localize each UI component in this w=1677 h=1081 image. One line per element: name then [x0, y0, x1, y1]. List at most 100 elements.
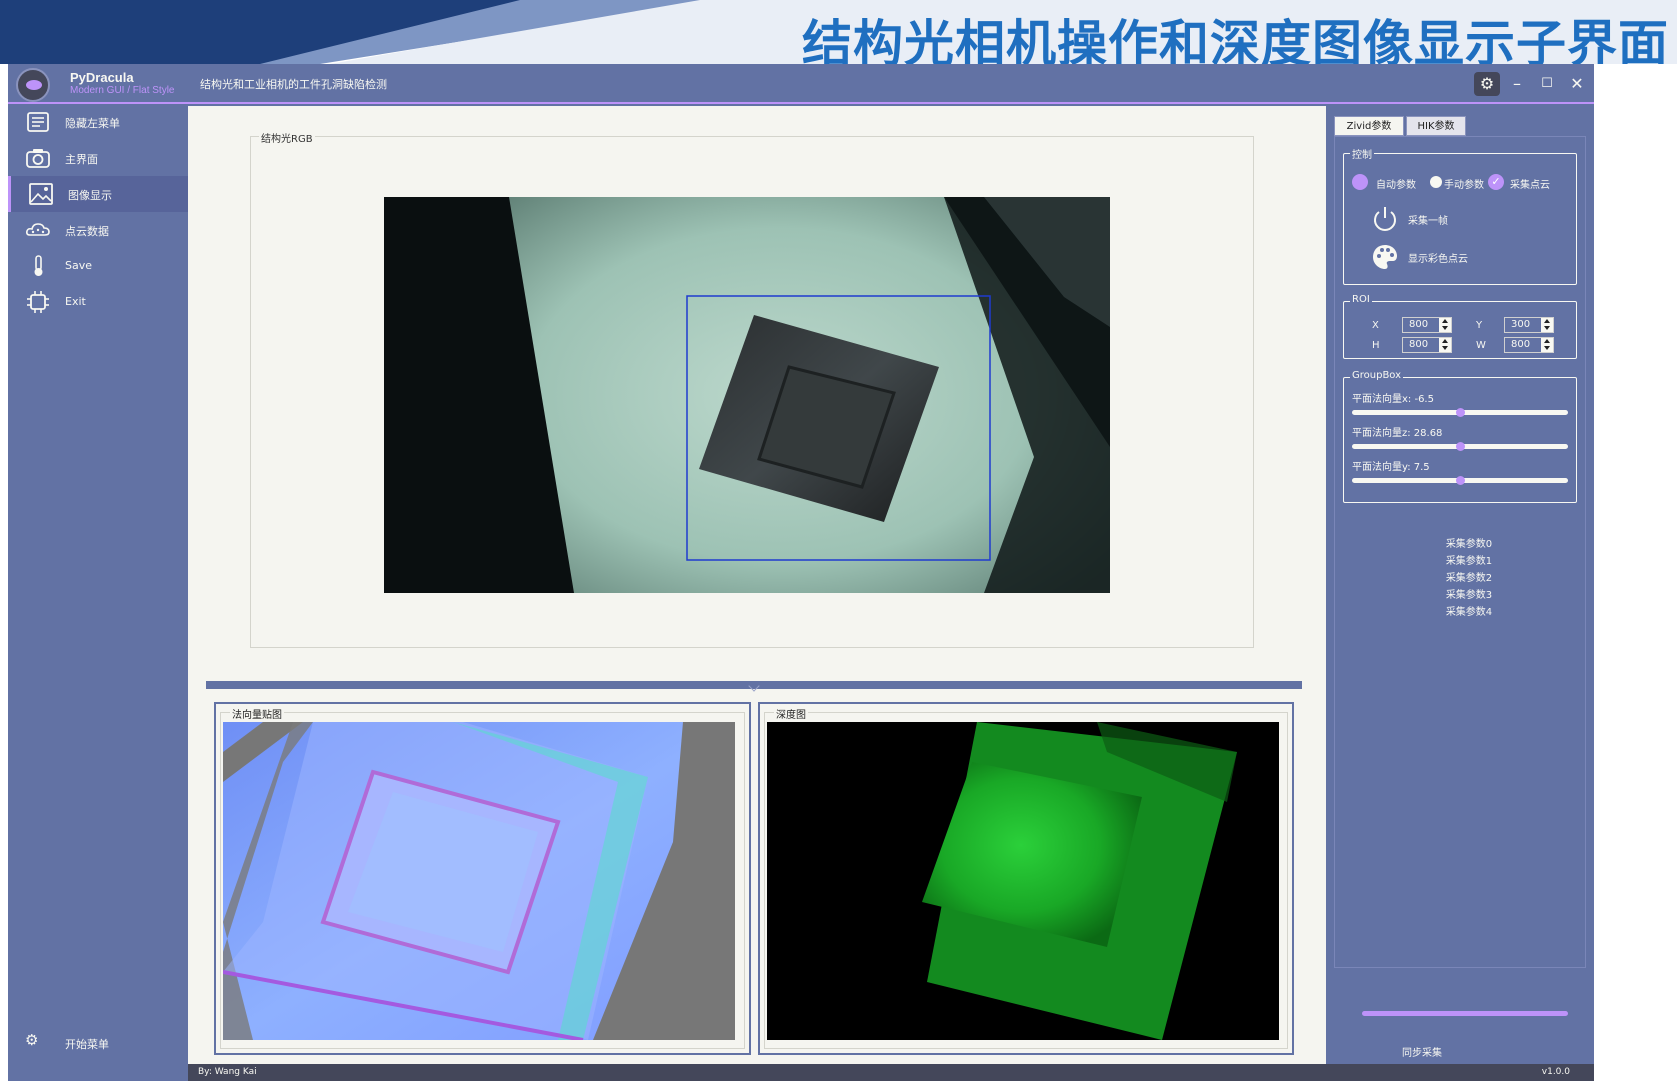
minimize-icon: –: [1513, 74, 1521, 93]
show-color-cloud-label[interactable]: 显示彩色点云: [1408, 250, 1468, 265]
capture-cloud-checkbox[interactable]: ✓: [1488, 174, 1504, 190]
power-icon: [1374, 207, 1396, 231]
normal-map-title: 法向量贴图: [230, 706, 284, 721]
control-group: 控制 自动参数 手动参数 ✓ 采集点云 采集一帧 显示彩色点云: [1343, 146, 1577, 285]
left-menu: 隐藏左菜单 主界面 图像显示 点云数据 Save Exit ⚙ 开始菜单: [8, 104, 188, 1081]
depth-map-view[interactable]: [767, 722, 1279, 1040]
settings-button[interactable]: ⚙: [1474, 72, 1500, 96]
roi-x-label: X: [1372, 320, 1379, 331]
list-item[interactable]: 采集参数3: [1335, 586, 1603, 603]
scrollbar[interactable]: [1362, 1011, 1568, 1016]
slider-handle[interactable]: [1455, 476, 1465, 485]
roi-y-label: Y: [1476, 320, 1483, 331]
spin-arrows-icon[interactable]: [1439, 318, 1451, 332]
normal-y-slider[interactable]: [1352, 476, 1568, 485]
list-item[interactable]: 采集参数2: [1335, 569, 1603, 586]
normal-z-label: 平面法向量z: 28.68: [1352, 428, 1443, 439]
menu-item-label: 主界面: [65, 153, 98, 166]
menu-item-exit[interactable]: Exit: [8, 284, 188, 320]
capture-frame-label[interactable]: 采集一帧: [1408, 212, 1448, 227]
content-area: 结构光RGB 法向量贴图 深度图: [188, 106, 1326, 1064]
gear-icon: ⚙: [25, 1031, 39, 1049]
window-title: 结构光和工业相机的工件孔洞缺陷检测: [200, 78, 387, 91]
menu-item-label: Save: [65, 259, 93, 272]
rgb-image-view[interactable]: [384, 197, 1110, 593]
menu-item-start-menu[interactable]: ⚙ 开始菜单: [8, 1022, 188, 1058]
splitter-handle[interactable]: [206, 680, 1302, 692]
depth-map-image: [767, 722, 1279, 1040]
normal-x-label: 平面法向量x: -6.5: [1352, 394, 1434, 405]
slide-banner: 结构光相机操作和深度图像显示子界面: [0, 0, 1677, 64]
menu-item-point-cloud[interactable]: 点云数据: [8, 212, 188, 248]
chevron-down-icon: [748, 680, 760, 692]
roi-y-value: 300: [1511, 319, 1531, 330]
depth-map-title: 深度图: [774, 706, 808, 721]
version-label: v1.0.0: [1541, 1067, 1570, 1077]
menu-item-save[interactable]: Save: [8, 248, 188, 284]
roi-h-label: H: [1372, 340, 1380, 351]
menu-item-label: 图像显示: [68, 189, 112, 202]
manual-params-radio[interactable]: [1430, 176, 1442, 188]
roi-w-value: 800: [1511, 339, 1531, 350]
normal-map-view[interactable]: [223, 722, 735, 1040]
spin-arrows-icon[interactable]: [1439, 338, 1451, 352]
camera-icon: [26, 149, 50, 168]
normal-z-slider[interactable]: [1352, 442, 1568, 451]
chip-icon: [27, 291, 49, 313]
capture-cloud-label: 采集点云: [1510, 180, 1550, 191]
roi-h-spinbox[interactable]: 800: [1402, 337, 1452, 353]
gear-icon: ⚙: [1479, 74, 1495, 93]
plane-normal-group: GroupBox 平面法向量x: -6.5 平面法向量z: 28.68 平面法向…: [1343, 370, 1577, 503]
normal-x-slider[interactable]: [1352, 408, 1568, 417]
tab-zivid-params[interactable]: Zivid参数: [1334, 116, 1404, 136]
slider-handle[interactable]: [1455, 442, 1465, 451]
menu-item-hide-menu[interactable]: 隐藏左菜单: [8, 104, 188, 140]
capture-frame-button[interactable]: [1370, 204, 1400, 234]
control-group-title: 控制: [1350, 146, 1374, 161]
plane-normal-group-title: GroupBox: [1350, 370, 1404, 381]
normal-map-image: [223, 722, 735, 1040]
roi-x-value: 800: [1409, 319, 1429, 330]
manual-params-label: 手动参数: [1444, 180, 1484, 191]
normal-map-panel: 法向量贴图: [214, 702, 751, 1055]
auto-params-label: 自动参数: [1376, 180, 1416, 191]
slide-title: 结构光相机操作和深度图像显示子界面: [802, 15, 1669, 64]
close-button[interactable]: ✕: [1564, 72, 1590, 96]
sync-capture-label[interactable]: 同步采集: [1402, 1044, 1442, 1059]
roi-w-spinbox[interactable]: 800: [1504, 337, 1554, 353]
app-name: PyDracula: [70, 70, 134, 85]
image-icon: [29, 183, 53, 205]
menu-item-label: 点云数据: [65, 225, 109, 238]
right-panel: Zivid参数 HIK参数 控制 自动参数 手动参数 ✓ 采集点云 采集一帧 显…: [1326, 106, 1594, 1064]
check-icon: ✓: [1491, 175, 1501, 188]
minimize-button[interactable]: –: [1504, 72, 1530, 96]
list-item[interactable]: 采集参数0: [1335, 535, 1603, 552]
app-window: PyDracula Modern GUI / Flat Style 结构光和工业…: [8, 64, 1594, 1081]
tab-page: 控制 自动参数 手动参数 ✓ 采集点云 采集一帧 显示彩色点云 ROI X 80…: [1334, 136, 1586, 968]
roi-group-title: ROI: [1350, 294, 1372, 305]
menu-lines-icon: [27, 112, 49, 132]
menu-item-image-display[interactable]: 图像显示: [8, 176, 188, 212]
show-color-cloud-button[interactable]: [1370, 242, 1400, 272]
menu-item-home[interactable]: 主界面: [8, 140, 188, 176]
roi-x-spinbox[interactable]: 800: [1402, 317, 1452, 333]
cloud-icon: [26, 223, 50, 236]
list-item[interactable]: 采集参数1: [1335, 552, 1603, 569]
list-item[interactable]: 采集参数4: [1335, 603, 1603, 620]
roi-w-label: W: [1476, 340, 1486, 351]
app-logo: [16, 68, 50, 102]
slider-handle[interactable]: [1455, 408, 1465, 417]
depth-map-panel: 深度图: [758, 702, 1294, 1055]
roi-group: ROI X 800 Y 300 H 800 W 800: [1343, 294, 1577, 359]
roi-h-value: 800: [1409, 339, 1429, 350]
rgb-group: 结构光RGB: [250, 130, 1254, 648]
roi-y-spinbox[interactable]: 300: [1504, 317, 1554, 333]
auto-params-radio[interactable]: [1352, 174, 1368, 190]
tab-hik-params[interactable]: HIK参数: [1406, 116, 1466, 136]
menu-item-label: 隐藏左菜单: [65, 117, 120, 130]
status-bar: By: Wang Kai v1.0.0: [188, 1064, 1594, 1081]
maximize-button[interactable]: ☐: [1534, 72, 1560, 96]
title-bar[interactable]: PyDracula Modern GUI / Flat Style 结构光和工业…: [8, 64, 1594, 104]
spin-arrows-icon[interactable]: [1541, 318, 1553, 332]
spin-arrows-icon[interactable]: [1541, 338, 1553, 352]
